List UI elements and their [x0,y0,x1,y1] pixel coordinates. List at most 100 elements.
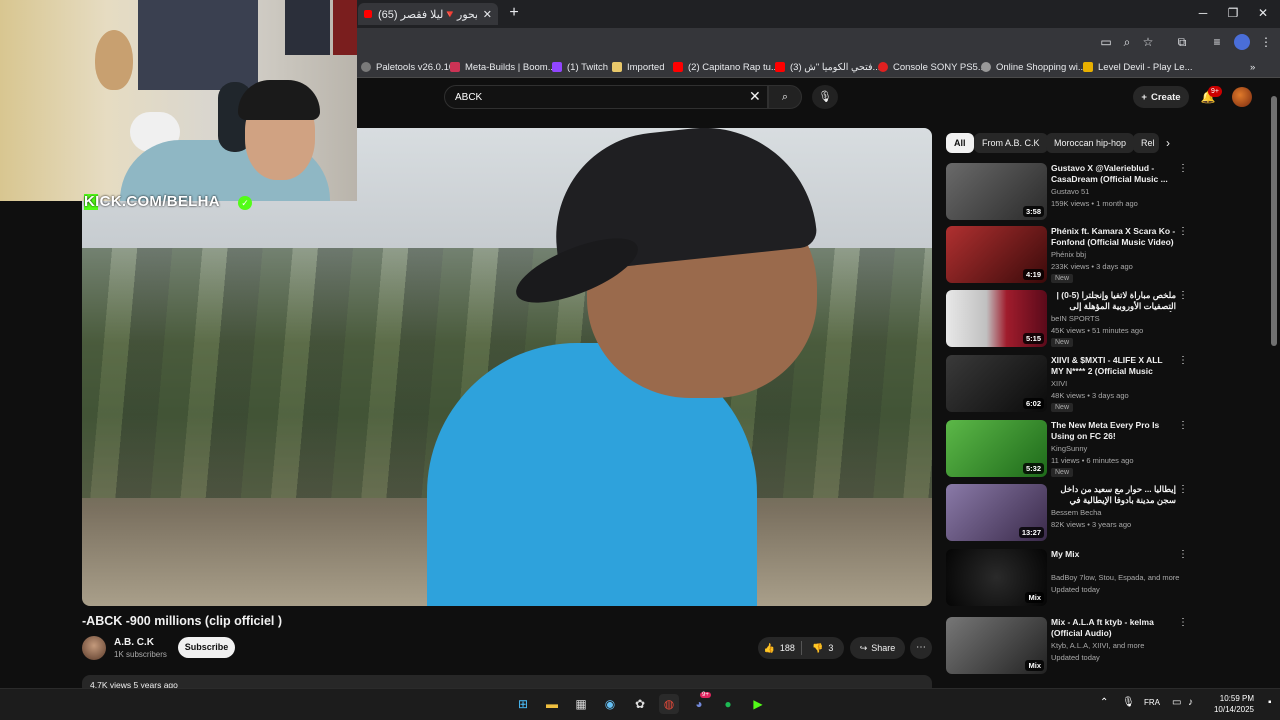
more-options-icon[interactable]: ⋮ [1178,420,1188,431]
media-icon[interactable]: ≡ [1209,34,1225,50]
channel-avatar[interactable] [82,636,106,660]
more-actions-button[interactable]: ⋯ [910,637,932,659]
chrome-icon[interactable]: ◍ [659,694,679,714]
subscribe-button[interactable]: Subscribe [178,637,235,658]
file-explorer-icon[interactable]: ▬ [542,694,562,714]
bookmark-item[interactable]: Online Shopping wi... [981,58,1086,76]
recommendation-channel[interactable]: XIIVI [1051,379,1067,388]
bookmark-item[interactable]: Console SONY PS5... [878,58,986,76]
recommendation-item[interactable]: Mix Mix - A.L.A ft ktyb - kelma (Officia… [946,617,1196,677]
recommendation-item[interactable]: 3:58 Gustavo X @Valerieblud - CasaDream … [946,163,1196,223]
chip-moroccan-hip-hop[interactable]: Moroccan hip-hop [1046,133,1135,153]
more-options-icon[interactable]: ⋮ [1178,617,1188,628]
scrollbar-thumb[interactable] [1271,96,1277,346]
chip-related[interactable]: Rel [1133,133,1159,153]
recommendation-title[interactable]: ملخص مباراة لاتفيا وإنجلترا (5-0) | التص… [1051,290,1176,312]
recommendation-title[interactable]: XIIVI & $MXTI - 4LIFE X ALL MY N**** 2 (… [1051,355,1176,377]
browser-tab[interactable]: طلقت ليحور🔻ليلا فقصر (65) ✕ [358,3,498,25]
bookmark-item[interactable]: (2) Capitano Rap tu... [673,58,779,76]
search-input[interactable]: ABCK [444,85,768,109]
channel-name[interactable]: A.B. C.K [114,637,154,648]
voice-search-button[interactable]: 🎙 [812,85,838,109]
bookmark-item[interactable]: Paletools v26.0.10 [361,58,454,76]
bookmark-item[interactable]: Level Devil - Play Le... [1083,58,1193,76]
maximize-button[interactable]: ❐ [1218,4,1248,22]
recommendation-channel[interactable]: Bessem Becha [1051,508,1101,517]
share-button[interactable]: ↪ Share [850,637,905,659]
kick-app-icon[interactable]: ▶ [748,694,768,714]
recommendation-title[interactable]: My Mix [1051,549,1176,560]
recommendation-item[interactable]: 13:27 إيطاليا ... حوار مع سعيد من داخل س… [946,484,1196,544]
clock[interactable]: 10:59 PM 10/14/2025 [1208,693,1254,715]
create-button[interactable]: + Create [1133,86,1189,108]
clear-search-icon[interactable]: ✕ [749,89,763,103]
more-options-icon[interactable]: ⋮ [1178,226,1188,237]
new-tab-button[interactable]: + [505,4,523,22]
search-button[interactable]: ⌕ [768,85,802,109]
bookmark-star-icon[interactable]: ☆ [1140,34,1156,50]
chevron-up-icon[interactable]: ⌃ [1100,697,1108,708]
recommendation-channel[interactable]: beIN SPORTS [1051,314,1100,323]
mix-thumbnail[interactable]: Mix [946,549,1047,606]
recommendation-title[interactable]: Gustavo X @Valerieblud - CasaDream (Offi… [1051,163,1176,185]
like-button[interactable]: 👍 188 [758,637,801,659]
more-options-icon[interactable]: ⋮ [1178,549,1188,560]
minimize-button[interactable]: ─ [1188,4,1218,22]
close-window-button[interactable]: ✕ [1248,4,1278,22]
network-icon[interactable]: ▭ [1172,697,1181,708]
recommendation-title[interactable]: The New Meta Every Pro Is Using on FC 26… [1051,420,1176,442]
recommendation-title[interactable]: إيطاليا ... حوار مع سعيد من داخل سجن مدي… [1051,484,1176,506]
zoom-icon[interactable]: ⌕ [1119,34,1135,50]
language-indicator[interactable]: FRA [1144,698,1160,707]
recommendation-item[interactable]: 4:19 Phénix ft. Kamara X Scara Ko - Fonf… [946,226,1196,286]
youtube-favicon-icon [364,10,372,18]
mix-thumbnail[interactable]: Mix [946,617,1047,674]
video-thumbnail[interactable]: 6:02 [946,355,1047,412]
more-options-icon[interactable]: ⋮ [1178,484,1188,495]
recommendation-channel[interactable]: Phénix bbj [1051,250,1086,259]
bookmark-item[interactable]: Meta-Builds | Boom... [450,58,556,76]
dislike-button[interactable]: 👎 3 [802,637,845,659]
video-thumbnail[interactable]: 4:19 [946,226,1047,283]
close-tab-icon[interactable]: ✕ [483,8,492,21]
steam-icon[interactable]: ◉ [600,694,620,714]
bookmark-item[interactable]: Imported [612,58,665,76]
extensions-icon[interactable]: ⧉ [1174,34,1190,50]
recommendation-item[interactable]: 5:15 ملخص مباراة لاتفيا وإنجلترا (5-0) |… [946,290,1196,350]
video-thumbnail[interactable]: 13:27 [946,484,1047,541]
more-options-icon[interactable]: ⋮ [1178,163,1188,174]
menu-icon[interactable]: ⋮ [1258,34,1274,50]
video-thumbnail[interactable]: 3:58 [946,163,1047,220]
recommendation-item[interactable]: Mix My Mix BadBoy 7low, Stou, Espada, an… [946,549,1196,609]
cast-icon[interactable]: ▭ [1098,34,1114,50]
recommendation-title[interactable]: Mix - A.L.A ft ktyb - kelma (Official Au… [1051,617,1176,639]
account-avatar[interactable] [1232,87,1252,107]
spotify-icon[interactable]: ● [718,694,738,714]
recommendation-item[interactable]: 5:32 The New Meta Every Pro Is Using on … [946,420,1196,480]
more-options-icon[interactable]: ⋮ [1178,355,1188,366]
chevron-right-icon[interactable]: › [1166,136,1170,150]
chip-from-channel[interactable]: From A.B. C.K [974,133,1048,153]
chip-all[interactable]: All [946,133,974,153]
windows-start-icon[interactable]: ⊞ [513,694,533,714]
video-thumbnail[interactable]: 5:32 [946,420,1047,477]
video-duration: 6:02 [1022,398,1044,409]
more-options-icon[interactable]: ⋮ [1178,290,1188,301]
recommendation-channel[interactable]: Gustavo 51 [1051,187,1089,196]
recommendation-channel[interactable]: BadBoy 7low, Stou, Espada, and more [1051,573,1179,582]
microphone-icon[interactable]: 🎙 [1122,697,1135,708]
video-duration: 4:19 [1022,269,1044,280]
more-bookmarks-icon[interactable]: » [1250,58,1255,76]
bookmark-item[interactable]: (3) فتحي الكوميا "ش... [775,58,880,76]
microsoft-store-icon[interactable]: ▦ [571,694,591,714]
video-thumbnail[interactable]: 5:15 [946,290,1047,347]
notifications-icon[interactable]: ▪ [1268,697,1272,708]
recommendation-title[interactable]: Phénix ft. Kamara X Scara Ko - Fonfond (… [1051,226,1176,248]
recommendation-channel[interactable]: KingSunny [1051,444,1087,453]
volume-icon[interactable]: ♪ [1188,697,1193,708]
profile-icon[interactable] [1234,34,1250,50]
bookmark-item[interactable]: (1) Twitch [552,58,608,76]
app-icon[interactable]: ✿ [630,694,650,714]
recommendation-item[interactable]: 6:02 XIIVI & $MXTI - 4LIFE X ALL MY N***… [946,355,1196,415]
recommendation-channel[interactable]: Ktyb, A.L.A, XIIVI, and more [1051,641,1144,650]
